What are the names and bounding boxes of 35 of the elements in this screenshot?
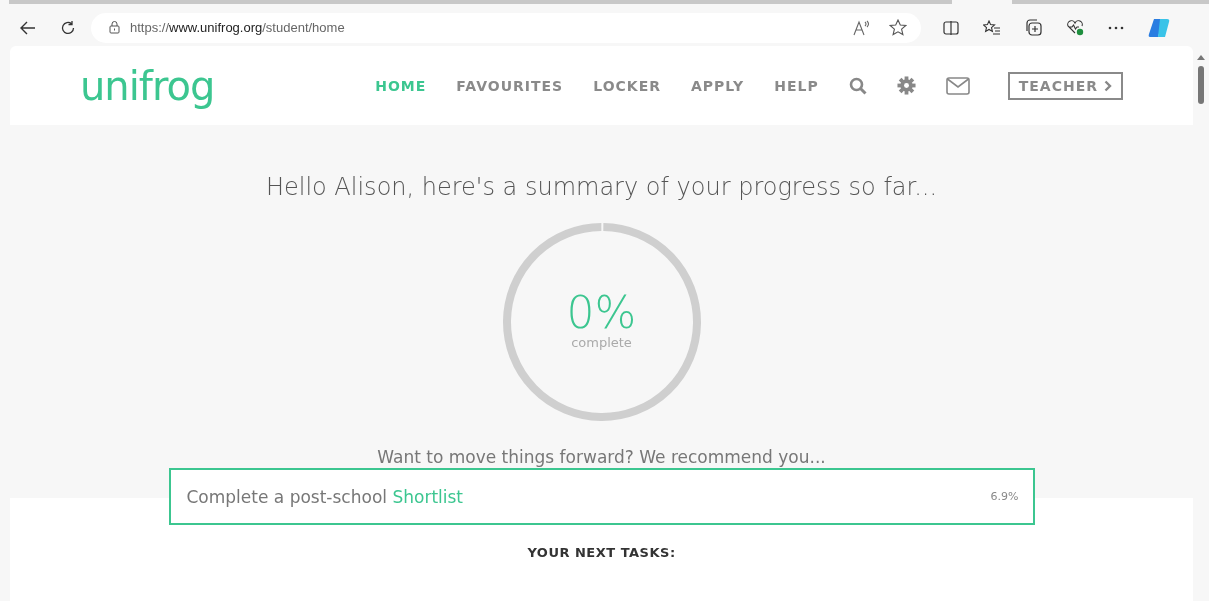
health-icon[interactable] bbox=[1066, 19, 1084, 36]
nav-link[interactable]: APPLY bbox=[691, 77, 745, 94]
star-icon[interactable] bbox=[889, 19, 907, 36]
recommendation-card[interactable]: Complete a post-school Shortlist 6.9% bbox=[168, 468, 1035, 525]
share-value: 6.9% bbox=[990, 490, 1019, 503]
settings-icon[interactable] bbox=[896, 76, 916, 95]
scroll-up-icon[interactable] bbox=[1197, 54, 1205, 60]
collections-icon[interactable] bbox=[1025, 19, 1042, 36]
favorites-icon[interactable] bbox=[983, 19, 1001, 36]
scroll-thumb[interactable] bbox=[1198, 66, 1204, 104]
read-aloud-icon[interactable] bbox=[853, 19, 871, 36]
logo[interactable]: unifrog bbox=[80, 62, 215, 109]
greeting-heading: Hello Alison, here's a summary of your progress so far... bbox=[265, 173, 938, 201]
tasks-heading: YOUR NEXT TASKS: bbox=[526, 545, 677, 560]
mail-icon[interactable] bbox=[945, 76, 970, 95]
recommendation-text: Complete a post-school Shortlist bbox=[186, 486, 463, 507]
nav-link[interactable]: FAVOURITES bbox=[456, 77, 564, 94]
percent-caption: complete bbox=[571, 334, 632, 350]
back-icon[interactable] bbox=[20, 20, 36, 35]
lock-icon bbox=[109, 21, 120, 34]
shortlist-link[interactable]: Shortlist bbox=[392, 486, 463, 507]
address-bar[interactable]: https://www.unifrog.org/student/home bbox=[91, 12, 921, 43]
nav-link[interactable]: LOCKER bbox=[593, 77, 661, 94]
teacher-button[interactable]: TEACHER bbox=[1007, 71, 1123, 100]
copilot-icon[interactable] bbox=[1148, 17, 1170, 38]
chevron-icon bbox=[1104, 79, 1112, 92]
nav-link[interactable]: HOME bbox=[375, 77, 427, 94]
more-icon[interactable] bbox=[1108, 25, 1124, 30]
nav-link[interactable]: HELP bbox=[774, 77, 819, 94]
refresh-icon[interactable] bbox=[60, 19, 76, 36]
percent-value: 0% bbox=[566, 290, 637, 335]
url-text: https://www.unifrog.org/student/home bbox=[130, 20, 345, 35]
recommend-text: Want to move things forward? We recommend you... bbox=[377, 447, 826, 467]
search-icon[interactable] bbox=[848, 76, 867, 95]
split-screen-icon[interactable] bbox=[943, 20, 959, 35]
